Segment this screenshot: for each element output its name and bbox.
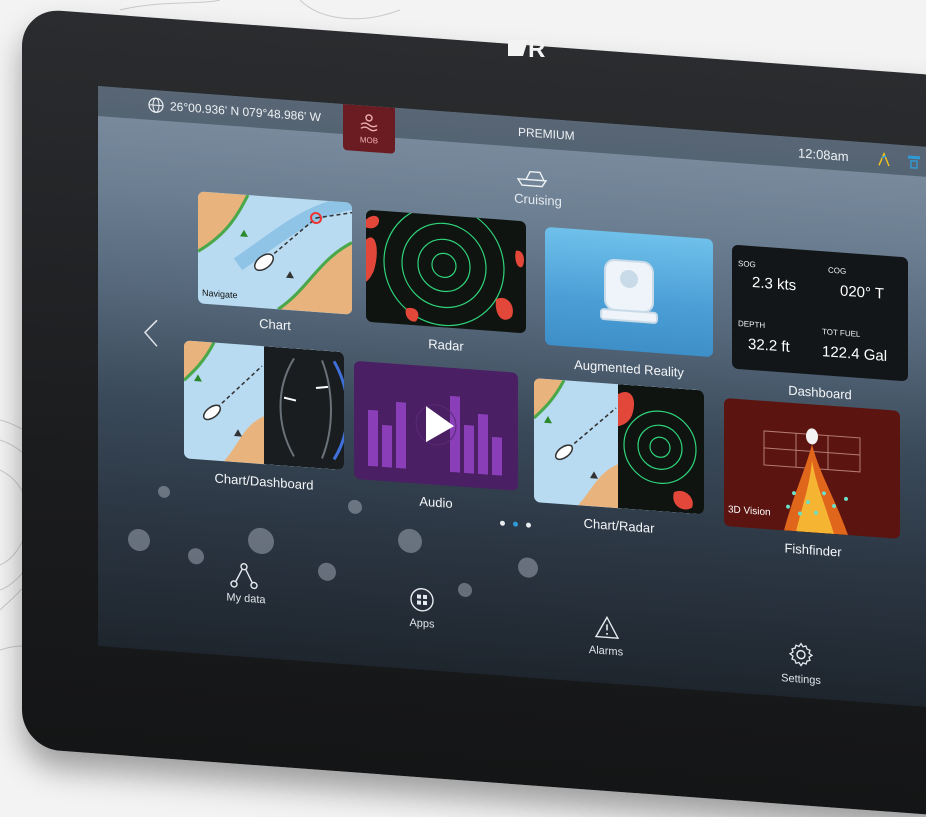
app-tile-augmented-reality[interactable] [545,226,713,358]
nav-apps[interactable]: Apps [392,586,452,640]
app-label-fishfinder: Fishfinder [784,540,842,560]
app-tile-radar[interactable] [366,209,526,334]
page-dot-1[interactable] [500,520,505,526]
camera-icon [600,258,658,324]
depth-label: DEPTH [738,318,766,330]
app-label-chart: Chart [259,315,291,334]
background-bokeh [158,485,170,499]
nav-label-settings: Settings [781,672,821,688]
mob-label: MOB [359,135,379,146]
nav-label-apps: Apps [409,616,435,631]
gear-icon [788,642,814,667]
app-tile-chart-dashboard[interactable] [184,340,344,471]
mob-icon [360,114,378,132]
warning-icon [594,615,620,639]
app-tile-chart-radar[interactable] [534,378,704,515]
sog-label: SOG [738,258,756,270]
connection-status-icon[interactable] [876,151,892,168]
app-label-dashboard: Dashboard [788,382,852,403]
background-bokeh [248,527,274,555]
nav-settings[interactable]: Settings [766,639,836,694]
device-status-icon[interactable] [906,153,922,170]
depth-value: 32.2 ft [748,335,790,356]
app-tile-audio[interactable] [354,360,518,491]
app-tile-chart[interactable]: Navigate [198,191,352,315]
nav-label-alarms: Alarms [588,644,624,659]
share-nodes-icon [230,563,258,590]
fuel-value: 122.4 Gal [822,343,888,365]
home-screen: 26°00.936' N 079°48.986' W MOB PREMIUM 1… [98,86,926,710]
app-label-augmented-reality: Augmented Reality [574,356,684,381]
chart-dashboard-thumbnail [184,340,344,471]
mob-button[interactable]: MOB [343,103,395,154]
page-dot-2[interactable] [513,521,518,527]
radar-thumbnail [366,209,524,327]
profile-label[interactable]: Cruising [508,190,568,210]
globe-icon [148,97,164,113]
background-bokeh [348,499,362,515]
fuel-label: TOT FUEL [822,327,861,339]
app-label-audio: Audio [419,493,453,512]
page-indicator [496,519,536,530]
app-label-chart-radar: Chart/Radar [583,515,655,536]
brand-logo: R [528,36,547,63]
background-bokeh [398,528,422,554]
app-tile-fishfinder[interactable]: 3D Vision [724,397,900,539]
chevron-left-icon[interactable] [142,317,160,348]
sog-value: 2.3 kts [752,274,797,295]
cog-value: 020° T [840,282,885,303]
background-bokeh [188,547,204,565]
page-dot-3[interactable] [526,522,531,528]
audio-equalizer-thumbnail [368,395,502,476]
background-bokeh [318,562,336,582]
nav-alarms[interactable]: Alarms [576,613,636,667]
app-tile-dashboard[interactable]: SOG 2.3 kts COG 020° T DEPTH 32.2 ft TOT… [732,244,908,382]
apps-grid-icon [410,588,434,612]
nav-my-data[interactable]: My data [216,561,276,615]
fishfinder-thumbnail [763,428,861,536]
boat-profile-icon[interactable] [516,165,550,189]
background-bokeh [518,556,538,579]
app-label-chart-dashboard: Chart/Dashboard [214,470,314,493]
chart-radar-thumbnail [534,378,704,515]
background-bokeh [458,582,472,598]
nav-label-my-data: My data [226,591,266,607]
cog-label: COG [828,265,847,276]
app-label-radar: Radar [428,336,464,354]
background-bokeh [128,528,150,552]
